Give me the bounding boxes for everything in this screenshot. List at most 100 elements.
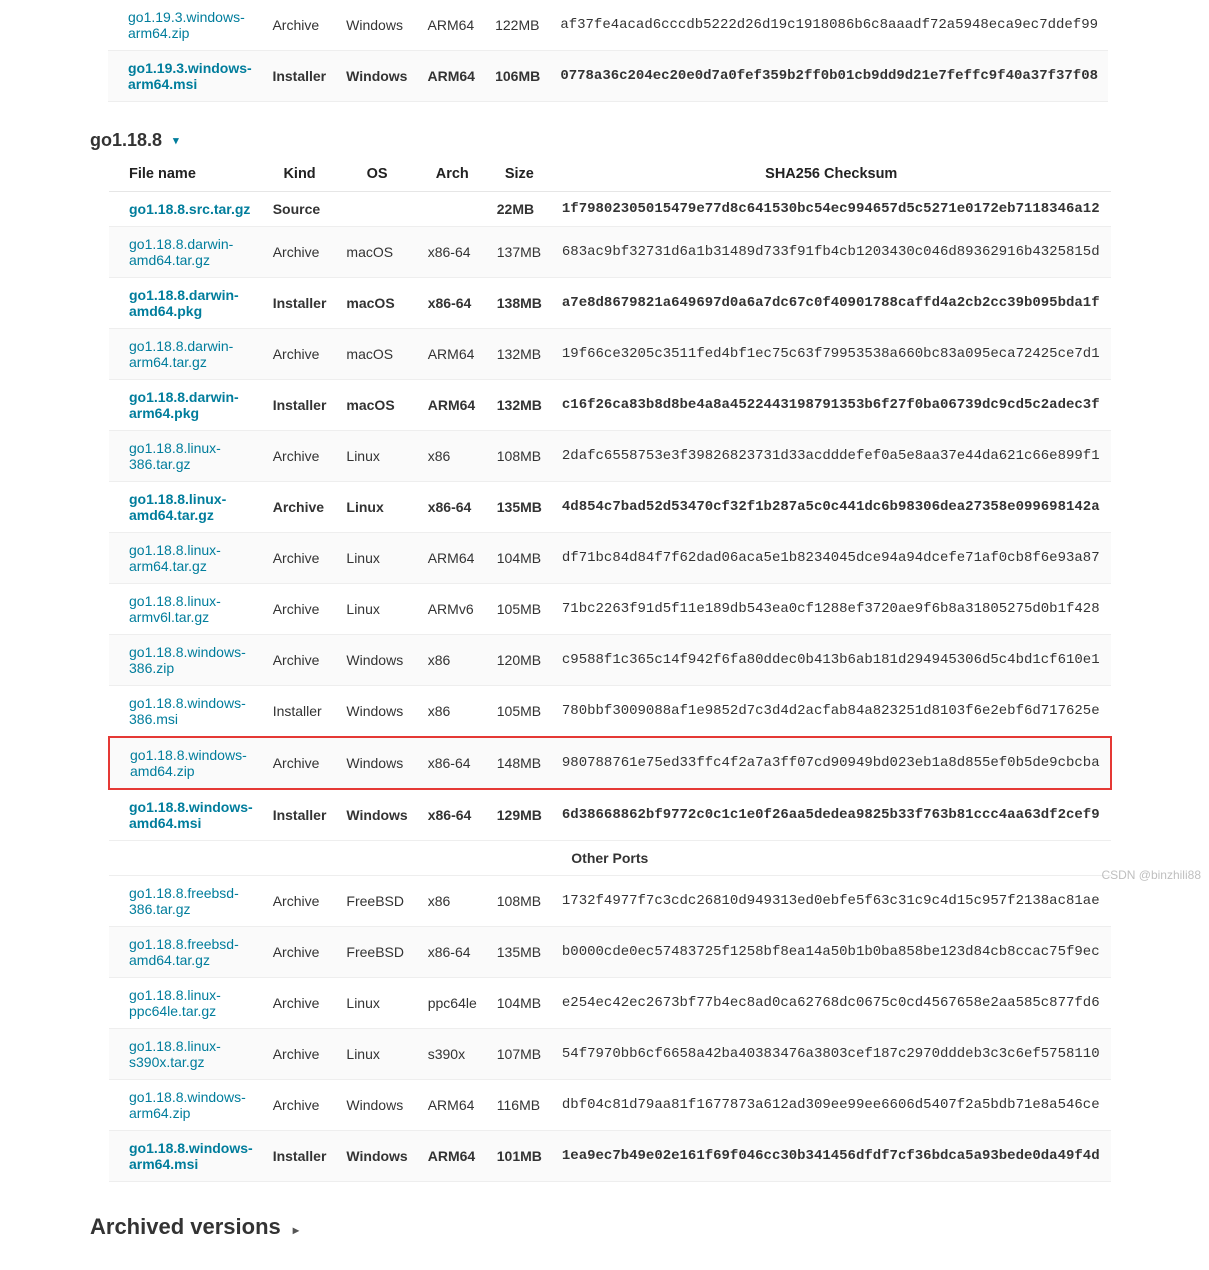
cell-size: 129MB <box>487 789 552 841</box>
download-link[interactable]: go1.18.8.freebsd-amd64.tar.gz <box>129 936 239 968</box>
download-link[interactable]: go1.18.8.darwin-arm64.tar.gz <box>129 338 233 370</box>
table-row: go1.18.8.darwin-arm64.pkg InstallermacOSA… <box>109 380 1111 431</box>
chevron-down-icon: ▾ <box>173 134 179 147</box>
cell-filename: go1.18.8.darwin-amd64.pkg <box>109 278 263 329</box>
cell-arch: ARMv6 <box>418 584 487 635</box>
download-link[interactable]: go1.18.8.src.tar.gz <box>129 201 250 217</box>
table-row: go1.18.8.windows-amd64.msiInstallerWindo… <box>109 789 1111 841</box>
cell-arch: x86 <box>418 431 487 482</box>
cell-os: FreeBSD <box>336 876 417 927</box>
cell-size: 107MB <box>487 1029 552 1080</box>
chevron-right-icon: ▸ <box>293 1223 299 1237</box>
download-link[interactable]: go1.18.8.windows-386.msi <box>129 695 246 727</box>
th-sha: SHA256 Checksum <box>552 159 1111 192</box>
cell-arch: ARM64 <box>418 380 487 431</box>
cell-sha: c9588f1c365c14f942f6fa80ddec0b413b6ab181… <box>552 635 1111 686</box>
cell-size: 101MB <box>487 1131 552 1182</box>
th-os: OS <box>336 159 417 192</box>
download-link[interactable]: go1.18.8.windows-amd64.msi <box>129 799 253 831</box>
cell-size: 116MB <box>487 1080 552 1131</box>
download-link[interactable]: go1.18.8.linux-386.tar.gz <box>129 440 221 472</box>
cell-os: Windows <box>336 1080 417 1131</box>
table-row: go1.18.8.windows-arm64.msiInstallerWindo… <box>109 1131 1111 1182</box>
cell-filename: go1.18.8.linux-armv6l.tar.gz <box>109 584 263 635</box>
cell-kind: Archive <box>263 978 337 1029</box>
download-link[interactable]: go1.18.8.linux-ppc64le.tar.gz <box>129 987 221 1019</box>
archived-label: Archived versions <box>90 1214 281 1239</box>
cell-kind: Installer <box>263 1131 337 1182</box>
cell-filename: go1.18.8.linux-s390x.tar.gz <box>109 1029 263 1080</box>
cell-size: 148MB <box>487 737 552 789</box>
cell-arch: ARM64 <box>418 0 486 51</box>
cell-sha: 71bc2263f91d5f11e189db543ea0cf1288ef3720… <box>552 584 1111 635</box>
download-link[interactable]: go1.18.8.darwin-arm64.pkg <box>129 389 239 421</box>
cell-sha: a7e8d8679821a649697d0a6a7dc67c0f40901788… <box>552 278 1111 329</box>
download-link[interactable]: go1.18.8.linux-s390x.tar.gz <box>129 1038 221 1070</box>
cell-os: macOS <box>336 278 417 329</box>
download-link[interactable]: go1.18.8.linux-amd64.tar.gz <box>129 491 226 523</box>
cell-size: 22MB <box>487 192 552 227</box>
download-link[interactable]: go1.18.8.windows-386.zip <box>129 644 246 676</box>
cell-sha: af37fe4acad6cccdb5222d26d19c1918086b6c8a… <box>550 0 1108 51</box>
cell-size: 108MB <box>487 876 552 927</box>
table-row: go1.19.3.windows-arm64.zip ArchiveWindows… <box>108 0 1108 51</box>
cell-size: 135MB <box>487 927 552 978</box>
cell-filename: go1.18.8.windows-386.zip <box>109 635 263 686</box>
th-filename: File name <box>109 159 263 192</box>
download-link[interactable]: go1.18.8.darwin-amd64.pkg <box>129 287 239 319</box>
cell-filename: go1.18.8.freebsd-amd64.tar.gz <box>109 927 263 978</box>
cell-kind: Archive <box>263 1080 337 1131</box>
table-row: go1.18.8.freebsd-amd64.tar.gzArchiveFree… <box>109 927 1111 978</box>
cell-os: Linux <box>336 978 417 1029</box>
cell-sha: c16f26ca83b8d8be4a8a4522443198791353b6f2… <box>552 380 1111 431</box>
cell-kind: Archive <box>263 329 337 380</box>
download-link[interactable]: go1.18.8.linux-arm64.tar.gz <box>129 542 221 574</box>
cell-arch: x86 <box>418 635 487 686</box>
cell-size: 132MB <box>487 329 552 380</box>
cell-size: 135MB <box>487 482 552 533</box>
cell-filename: go1.19.3.windows-arm64.zip <box>108 0 262 51</box>
download-link[interactable]: go1.18.8.darwin-amd64.tar.gz <box>129 236 233 268</box>
cell-kind: Archive <box>263 584 337 635</box>
archived-versions-toggle[interactable]: Archived versions ▸ <box>90 1214 1209 1240</box>
cell-size: 122MB <box>485 0 550 51</box>
cell-arch: x86-64 <box>418 927 487 978</box>
download-link[interactable]: go1.18.8.windows-arm64.msi <box>129 1140 253 1172</box>
cell-arch: x86-64 <box>418 227 487 278</box>
cell-kind: Installer <box>263 686 337 738</box>
cell-kind: Archive <box>262 0 336 51</box>
cell-sha: 780bbf3009088af1e9852d7c3d4d2acfab84a823… <box>552 686 1111 738</box>
cell-arch: ARM64 <box>418 1080 487 1131</box>
download-link[interactable]: go1.19.3.windows-arm64.msi <box>128 60 252 92</box>
table-row: go1.18.8.linux-armv6l.tar.gzArchiveLinux… <box>109 584 1111 635</box>
cell-os: Linux <box>336 431 417 482</box>
table-row: go1.18.8.windows-386.zipArchiveWindowsx8… <box>109 635 1111 686</box>
cell-sha: 683ac9bf32731d6a1b31489d733f91fb4cb12034… <box>552 227 1111 278</box>
cell-size: 105MB <box>487 584 552 635</box>
cell-sha: 980788761e75ed33ffc4f2a7a3ff07cd90949bd0… <box>552 737 1111 789</box>
download-link[interactable]: go1.18.8.freebsd-386.tar.gz <box>129 885 239 917</box>
other-ports-header: Other Ports <box>109 841 1111 876</box>
download-link[interactable]: go1.19.3.windows-arm64.zip <box>128 9 245 41</box>
cell-size: 105MB <box>487 686 552 738</box>
cell-arch: ppc64le <box>418 978 487 1029</box>
cell-arch: x86-64 <box>418 737 487 789</box>
cell-os: Windows <box>336 686 417 738</box>
cell-filename: go1.18.8.linux-arm64.tar.gz <box>109 533 263 584</box>
cell-kind: Installer <box>263 380 337 431</box>
version-toggle[interactable]: go1.18.8 ▾ <box>90 130 1209 151</box>
cell-filename: go1.18.8.darwin-arm64.pkg <box>109 380 263 431</box>
cell-filename: go1.18.8.linux-ppc64le.tar.gz <box>109 978 263 1029</box>
cell-size: 106MB <box>485 51 550 102</box>
cell-os: macOS <box>336 227 417 278</box>
th-arch: Arch <box>418 159 487 192</box>
download-link[interactable]: go1.18.8.windows-amd64.zip <box>130 747 247 779</box>
cell-kind: Installer <box>263 789 337 841</box>
cell-os: Windows <box>336 0 417 51</box>
cell-kind: Archive <box>263 737 337 789</box>
cell-os: macOS <box>336 380 417 431</box>
cell-kind: Installer <box>263 278 337 329</box>
download-link[interactable]: go1.18.8.windows-arm64.zip <box>129 1089 246 1121</box>
cell-arch: ARM64 <box>418 533 487 584</box>
download-link[interactable]: go1.18.8.linux-armv6l.tar.gz <box>129 593 221 625</box>
